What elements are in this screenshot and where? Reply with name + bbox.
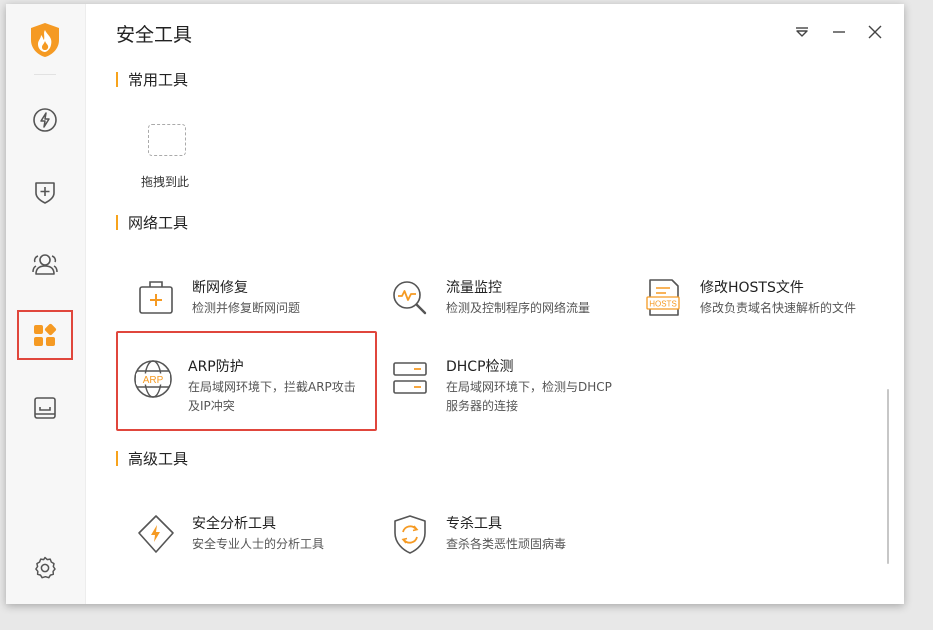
section-advanced-tools: 高级工具 [116,448,188,469]
tool-virus-killer[interactable]: 专杀工具 查杀各类恶性顽固病毒 [374,513,624,593]
tool-name: 修改HOSTS文件 [700,280,804,296]
tool-name: ARP防护 [188,359,244,375]
lightning-icon [33,108,57,132]
gear-icon [35,556,56,579]
close-icon [868,25,882,39]
tool-name: 安全分析工具 [192,516,276,532]
first-aid-kit-icon [134,277,178,321]
shield-plus-icon [35,182,55,204]
tool-description: 修改负责域名快速解析的文件 [700,301,857,315]
hosts-icon-text: HOSTS [649,300,677,309]
close-button[interactable] [863,20,887,44]
section-title-label: 高级工具 [128,450,189,468]
apps-icon [34,323,57,346]
shield-refresh-icon [388,513,432,557]
section-accent-bar [116,215,118,230]
sidebar-divider [34,74,56,75]
drop-target-label: 拖拽到此 [141,175,190,189]
sidebar-item-inbox[interactable] [17,383,73,433]
minimize-button[interactable] [827,20,851,44]
magnifier-pulse-icon [388,277,432,321]
tool-name: DHCP检测 [446,359,514,375]
section-accent-bar [116,72,118,87]
tool-description: 在局域网环境下，检测与DHCP服务器的连接 [446,380,612,413]
tool-description: 查杀各类恶性顽固病毒 [446,537,567,551]
vertical-scrollbar[interactable] [887,389,889,564]
diamond-bolt-icon [134,513,178,557]
tool-description: 检测并修复断网问题 [192,301,301,315]
minimize-icon [833,31,845,33]
tool-arp-protection[interactable]: ARP ARP防护 在局域网环境下，拦截ARP攻击及IP冲突 [116,331,377,431]
tool-description: 检测及控制程序的网络流量 [446,301,591,315]
tool-description: 安全专业人士的分析工具 [192,537,325,551]
tool-traffic-monitor[interactable]: 流量监控 检测及控制程序的网络流量 [374,277,624,357]
users-icon [32,254,58,275]
security-tools-window: 安全工具 常用工具 拖拽到此 网络工具 断网修复 检测并修复断网问题 流量监控 … [6,4,904,604]
tool-description: 在局域网环境下，拦截ARP攻击及IP冲突 [188,380,356,413]
tool-name: 专杀工具 [446,516,502,532]
arp-globe-icon: ARP [131,357,175,401]
section-title-label: 常用工具 [128,71,189,89]
sidebar-item-tools[interactable] [17,310,73,360]
drop-target-slot[interactable] [148,124,186,156]
app-logo-icon [29,22,61,58]
tool-name: 断网修复 [192,280,248,296]
sidebar-item-users[interactable] [17,239,73,289]
sidebar-item-protection[interactable] [17,167,73,217]
page-title: 安全工具 [116,24,193,46]
section-accent-bar [116,451,118,466]
menu-button[interactable] [790,20,814,44]
section-title-label: 网络工具 [128,214,189,232]
menu-triangle-icon [796,27,808,37]
settings-button[interactable] [17,543,73,593]
section-common-tools: 常用工具 [116,69,188,90]
tool-edit-hosts[interactable]: HOSTS 修改HOSTS文件 修改负责域名快速解析的文件 [628,277,878,357]
server-icon [388,356,432,400]
tool-dhcp-check[interactable]: DHCP检测 在局域网环境下，检测与DHCP服务器的连接 [374,356,624,436]
sidebar-item-speedup[interactable] [17,95,73,145]
hosts-file-icon: HOSTS [642,277,686,321]
section-network-tools: 网络工具 [116,212,188,233]
tool-security-analysis[interactable]: 安全分析工具 安全专业人士的分析工具 [120,513,370,593]
arp-icon-text: ARP [143,375,164,386]
tool-name: 流量监控 [446,280,502,296]
inbox-icon [34,397,56,419]
sidebar [6,4,86,604]
